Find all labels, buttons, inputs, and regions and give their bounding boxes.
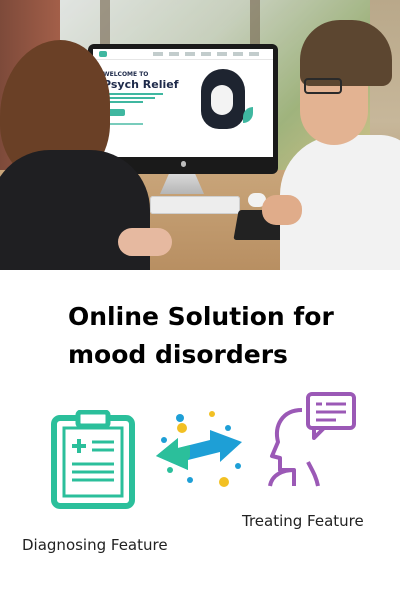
screen-nav [93, 49, 273, 60]
keyboard [150, 196, 240, 214]
glasses-icon [304, 78, 342, 94]
heading-line-2: mood disorders [68, 340, 288, 369]
leaf-icon [243, 107, 253, 123]
monitor-screen: WELCOME TO Psych Relief [93, 49, 273, 157]
person-right-hair [300, 20, 392, 86]
clipboard-icon [51, 410, 135, 509]
head-speech-icon [268, 392, 356, 487]
hero-photo: WELCOME TO Psych Relief [0, 0, 400, 270]
person-right-arm [262, 195, 302, 225]
diagnosing-feature-label: Diagnosing Feature [22, 536, 168, 554]
treating-feature-label: Treating Feature [242, 512, 364, 530]
screen-welcome: WELCOME TO [103, 71, 149, 78]
apple-logo-icon [181, 161, 186, 167]
screen-nav-links [153, 52, 263, 56]
double-arrow-icon [156, 411, 242, 487]
main-heading: Online Solution for mood disorders [68, 298, 368, 374]
screen-logo [99, 51, 107, 57]
monitor: WELCOME TO Psych Relief [88, 44, 278, 174]
screen-illustration-face [211, 85, 233, 115]
screen-subtitle-placeholder [103, 93, 173, 103]
person-left-hand [118, 228, 172, 256]
screen-brand: Psych Relief [103, 78, 179, 91]
heading-line-1: Online Solution for [68, 302, 334, 331]
